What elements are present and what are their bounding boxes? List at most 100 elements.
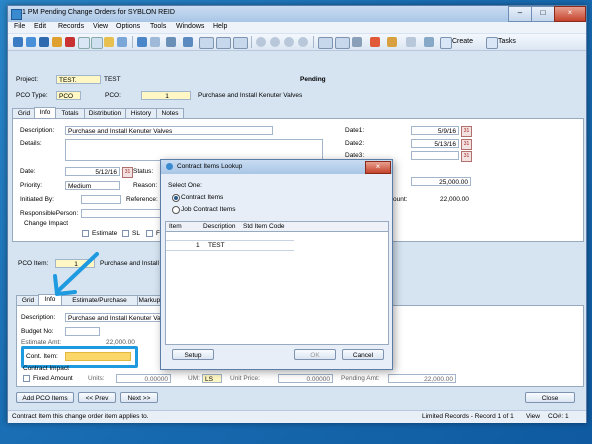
tab-history[interactable]: History (125, 108, 157, 118)
create-menu[interactable]: Create (452, 38, 473, 45)
pco-field[interactable]: 1 (141, 91, 191, 100)
delete-icon[interactable] (65, 37, 75, 47)
cont-item-field[interactable] (65, 352, 131, 361)
tab-distribution[interactable]: Distribution (84, 108, 126, 118)
maximize-button[interactable]: □ (531, 6, 555, 22)
open-icon[interactable] (26, 37, 36, 47)
view2-icon[interactable] (335, 37, 350, 49)
folder-icon[interactable] (52, 37, 62, 47)
tab-item-grid[interactable]: Grid (16, 295, 40, 305)
grid-header: Item Description Std Item Code (166, 222, 388, 232)
unit-price-field[interactable]: 0.00000 (278, 374, 333, 383)
find-icon[interactable] (104, 37, 114, 47)
menu-windows[interactable]: Windows (176, 23, 204, 30)
calendar-icon[interactable]: 31 (122, 167, 133, 178)
layout3-icon[interactable] (233, 37, 248, 49)
tab-notes[interactable]: Notes (156, 108, 184, 118)
date1-field[interactable]: 5/9/16 (411, 126, 459, 135)
table-row[interactable]: 1 TEST (166, 241, 294, 251)
filter-icon[interactable] (117, 37, 127, 47)
fixed-amount-checkbox[interactable] (23, 375, 30, 382)
layout2-icon[interactable] (216, 37, 231, 49)
radio-contract-items[interactable] (172, 194, 180, 202)
reason-label: Reason: (133, 182, 158, 189)
attach-icon[interactable] (150, 37, 160, 47)
view1-icon[interactable] (318, 37, 333, 49)
layout1-icon[interactable] (199, 37, 214, 49)
menu-help[interactable]: Help (213, 23, 227, 30)
menu-edit[interactable]: Edit (34, 23, 46, 30)
responsible-field[interactable] (81, 209, 161, 218)
budget-field[interactable] (65, 327, 100, 336)
next-record-icon[interactable] (284, 37, 294, 47)
copy-icon[interactable] (78, 37, 90, 49)
menu-records[interactable]: Records (58, 23, 84, 30)
col-item[interactable]: Item (169, 223, 182, 230)
col-description[interactable]: Description (203, 223, 236, 230)
settings-icon[interactable] (424, 37, 434, 47)
calendar-icon[interactable]: 31 (461, 126, 472, 137)
calendar-icon[interactable]: 31 (461, 139, 472, 150)
pco-type-field[interactable]: PCO (56, 91, 81, 100)
tab-grid[interactable]: Grid (12, 108, 36, 118)
initiated-by-select[interactable] (81, 195, 121, 204)
pending-amt-field[interactable]: 22,000.00 (388, 374, 456, 383)
prev-button[interactable]: << Prev (78, 392, 116, 403)
project-field[interactable]: TEST. (56, 75, 101, 84)
tab-totals[interactable]: Totals (55, 108, 85, 118)
priority-label: Priority: (20, 182, 43, 189)
date2-field[interactable]: 5/13/16 (411, 139, 459, 148)
print-icon[interactable] (166, 37, 176, 47)
save-icon[interactable] (39, 37, 49, 47)
estimate-checkbox[interactable] (82, 230, 89, 237)
menu-view[interactable]: View (93, 23, 108, 30)
col-std-item-code[interactable]: Std Item Code (243, 223, 285, 230)
minimize-button[interactable]: – (508, 6, 532, 22)
paste-icon[interactable] (91, 37, 103, 49)
tasks-menu[interactable]: Tasks (498, 38, 516, 45)
calc-icon[interactable] (137, 37, 147, 47)
report-icon[interactable] (370, 37, 380, 47)
setup-button[interactable]: Setup (172, 349, 214, 360)
menu-options[interactable]: Options (116, 23, 140, 30)
add-pco-items-button[interactable]: Add PCO Items (16, 392, 74, 403)
tab-info[interactable]: Info (34, 107, 56, 118)
description-field[interactable]: Purchase and Install Kenuter Valves (65, 126, 273, 135)
date3-field[interactable] (411, 151, 459, 160)
um-field[interactable]: LS (202, 374, 222, 383)
radio-job-contract-items[interactable] (172, 206, 180, 214)
arrow-annotation (53, 252, 99, 296)
last-record-icon[interactable] (298, 37, 308, 47)
calendar-icon[interactable]: 31 (461, 151, 472, 162)
prev-record-icon[interactable] (270, 37, 280, 47)
date-field[interactable]: 5/12/16 (65, 167, 120, 176)
menu-file[interactable]: File (14, 23, 25, 30)
tasks-icon[interactable] (486, 37, 498, 49)
units-field[interactable]: 0.00000 (116, 374, 171, 383)
cont-item-label: Cont. Item: (26, 353, 58, 360)
view-status[interactable]: View (526, 413, 540, 420)
menu-tools[interactable]: Tools (150, 23, 166, 30)
spellcheck-icon[interactable] (183, 37, 193, 47)
amount-field[interactable]: 25,000.00 (411, 177, 471, 186)
details-field[interactable] (65, 139, 323, 161)
window-title: 1 PM Pending Change Orders for SYBLON RE… (22, 9, 175, 16)
toolbar-separator (251, 36, 252, 48)
priority-select[interactable]: Medium (65, 181, 120, 190)
dialog-close-button[interactable]: × (365, 161, 391, 174)
item-description-field[interactable]: Purchase and Install Kenuter Valves (65, 313, 165, 322)
tools-icon[interactable] (406, 37, 416, 47)
cancel-button[interactable]: Cancel (342, 349, 384, 360)
close-button[interactable]: Close (525, 392, 575, 403)
next-button[interactable]: Next >> (120, 392, 158, 403)
sl-checkbox[interactable] (122, 230, 129, 237)
create-icon[interactable] (440, 37, 452, 49)
ok-button[interactable]: OK (294, 349, 336, 360)
edit-icon[interactable] (387, 37, 397, 47)
close-window-button[interactable]: × (554, 6, 586, 22)
new-icon[interactable] (13, 37, 23, 47)
first-record-icon[interactable] (256, 37, 266, 47)
link-icon[interactable] (352, 37, 362, 47)
f-checkbox[interactable] (146, 230, 153, 237)
grid-filter-row[interactable] (166, 232, 294, 241)
